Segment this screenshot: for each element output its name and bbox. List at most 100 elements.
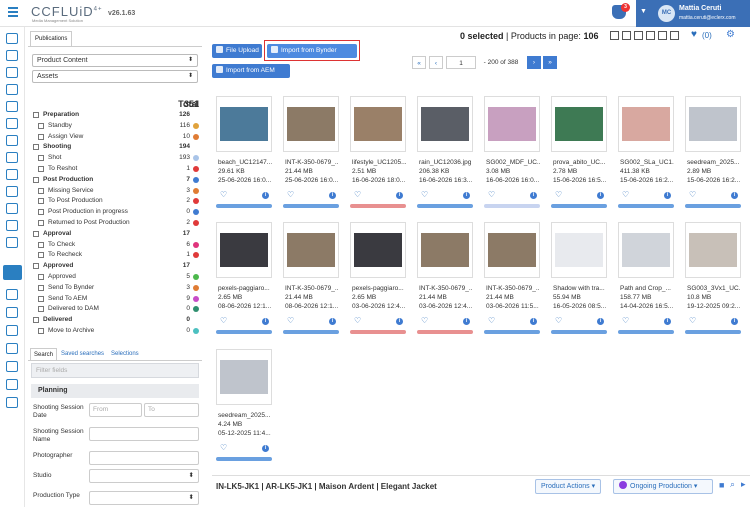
tab-search[interactable]: Search: [30, 348, 58, 360]
status-row[interactable]: Approved 17: [33, 261, 199, 271]
asset-card[interactable]: lifestyle_UC1205... 2.51 MB 16-06-2026 18:…: [350, 96, 406, 212]
production-type-select[interactable]: ⬍: [89, 491, 199, 505]
status-row[interactable]: Approved 5: [33, 272, 199, 282]
session-name-input[interactable]: [89, 427, 199, 441]
asset-card[interactable]: INT-K-350-0679_... 21.44 MB 03-06-2026 12:…: [417, 222, 473, 338]
file-upload-button[interactable]: File Upload: [212, 44, 262, 58]
search-icon[interactable]: ⌕: [730, 479, 735, 490]
report-icon[interactable]: [6, 343, 18, 354]
asset-card[interactable]: beach_UC12147... 29.61 KB 25-06-2026 16:0.…: [216, 96, 272, 212]
assets-select[interactable]: Assets ⬍: [32, 70, 198, 83]
status-row[interactable]: To Reshot 1: [33, 164, 199, 174]
row-checkbox[interactable]: [38, 187, 44, 194]
clipboard-icon[interactable]: [6, 397, 18, 408]
row-checkbox[interactable]: [38, 284, 44, 291]
filter-fields-input[interactable]: Filter fields: [31, 363, 199, 378]
asset-thumbnail[interactable]: [685, 222, 741, 278]
row-checkbox[interactable]: [38, 166, 44, 172]
status-row[interactable]: Post Production in progress 0: [33, 207, 199, 217]
asset-thumbnail[interactable]: [417, 222, 473, 278]
row-checkbox[interactable]: [38, 295, 44, 302]
info-icon[interactable]: i: [463, 318, 470, 325]
status-row[interactable]: Move to Archive 0: [33, 326, 199, 336]
row-checkbox[interactable]: [33, 230, 39, 237]
row-checkbox[interactable]: [38, 155, 44, 162]
asset-thumbnail[interactable]: [283, 222, 339, 278]
status-row[interactable]: Approval 17: [33, 229, 199, 239]
status-row[interactable]: Send To AEM 9: [33, 294, 199, 304]
asset-card[interactable]: SG002_SLa_UC1... 411.38 KB 15-06-2026 16:2…: [618, 96, 674, 212]
studio-select[interactable]: ⬍: [89, 469, 199, 483]
asset-thumbnail[interactable]: [618, 96, 674, 152]
workflow-icon[interactable]: [6, 50, 18, 61]
status-row[interactable]: Preparation 126: [33, 110, 199, 120]
trash-icon[interactable]: [670, 31, 679, 40]
status-row[interactable]: To Recheck 1: [33, 250, 199, 260]
info-icon[interactable]: i: [530, 318, 537, 325]
list-icon[interactable]: [6, 325, 18, 336]
info-icon[interactable]: i: [396, 318, 403, 325]
asset-card[interactable]: INT-K-350-0679_... 21.44 MB 08-06-2026 12:…: [283, 222, 339, 338]
row-checkbox[interactable]: [38, 220, 44, 226]
asset-thumbnail[interactable]: [551, 222, 607, 278]
row-checkbox[interactable]: [38, 133, 44, 140]
heart-icon[interactable]: ♥: [691, 29, 697, 40]
status-row[interactable]: Assign View 10: [33, 132, 199, 142]
heart-icon[interactable]: ♡: [220, 190, 227, 199]
heart-icon[interactable]: ♡: [622, 190, 629, 199]
info-icon[interactable]: i: [731, 318, 738, 325]
row-checkbox[interactable]: [33, 144, 39, 151]
asset-thumbnail[interactable]: [283, 96, 339, 152]
heart-icon[interactable]: ♡: [354, 190, 361, 199]
row-checkbox[interactable]: [38, 252, 44, 259]
sliders-icon[interactable]: [6, 84, 18, 95]
heart-icon[interactable]: ♡: [287, 190, 294, 199]
select-all-icon[interactable]: [658, 31, 667, 40]
asset-card[interactable]: rain_UC12036.jpg 206.38 KB 16-06-2026 16:3…: [417, 96, 473, 212]
chat-icon[interactable]: [6, 169, 18, 180]
asset-card[interactable]: Shadow with tra... 55.94 MB 16-05-2026 08:…: [551, 222, 607, 338]
home-icon[interactable]: [6, 33, 18, 44]
next-page-button[interactable]: ›: [527, 56, 541, 69]
asset-card[interactable]: INT-K-350-0679_... 21.44 MB 25-06-2026 16:…: [283, 96, 339, 212]
heart-icon[interactable]: ♡: [220, 443, 227, 452]
prev-page-button[interactable]: ‹: [429, 56, 443, 69]
status-row[interactable]: To Check 6: [33, 240, 199, 250]
row-checkbox[interactable]: [33, 317, 39, 324]
heart-icon[interactable]: ♡: [622, 316, 629, 325]
status-row[interactable]: Missing Service 3: [33, 186, 199, 196]
image-icon[interactable]: [6, 101, 18, 112]
camera-icon[interactable]: [6, 118, 18, 129]
heart-icon[interactable]: ♡: [421, 190, 428, 199]
heart-icon[interactable]: ♡: [555, 190, 562, 199]
asset-thumbnail[interactable]: [618, 222, 674, 278]
info-icon[interactable]: i: [262, 192, 269, 199]
heart-icon[interactable]: ♡: [555, 316, 562, 325]
detail-view-icon[interactable]: [646, 31, 655, 40]
asset-thumbnail[interactable]: [216, 96, 272, 152]
asset-card[interactable]: SG002_MDF_UC... 3.08 MB 16-06-2026 16:0...…: [484, 96, 540, 212]
camera-icon[interactable]: ■: [719, 480, 724, 490]
layers-icon[interactable]: [6, 135, 18, 146]
tree-icon[interactable]: [6, 67, 18, 78]
asset-card[interactable]: prova_abito_UC... 2.78 MB 15-06-2026 16:5.…: [551, 96, 607, 212]
row-checkbox[interactable]: [38, 241, 44, 248]
info-icon[interactable]: i: [731, 192, 738, 199]
row-checkbox[interactable]: [33, 176, 39, 183]
heart-icon[interactable]: ♡: [689, 190, 696, 199]
grid-icon[interactable]: [6, 237, 18, 248]
product-content-select[interactable]: Product Content ⬍: [32, 54, 198, 67]
asset-thumbnail[interactable]: [484, 96, 540, 152]
status-row[interactable]: Post Production 7: [33, 175, 199, 185]
tab-saved-searches[interactable]: Saved searches: [58, 348, 107, 360]
status-row[interactable]: Returned to Post Production 2: [33, 218, 199, 228]
import-aem-button[interactable]: Import from AEM: [212, 64, 290, 78]
row-checkbox[interactable]: [33, 112, 39, 118]
status-row[interactable]: Shot 193: [33, 153, 199, 163]
photographer-input[interactable]: [89, 451, 199, 465]
archive-icon[interactable]: [6, 379, 18, 390]
status-row[interactable]: Send To Bynder 3: [33, 283, 199, 293]
row-checkbox[interactable]: [38, 274, 44, 280]
asset-thumbnail[interactable]: [685, 96, 741, 152]
shop-icon[interactable]: [6, 220, 18, 231]
